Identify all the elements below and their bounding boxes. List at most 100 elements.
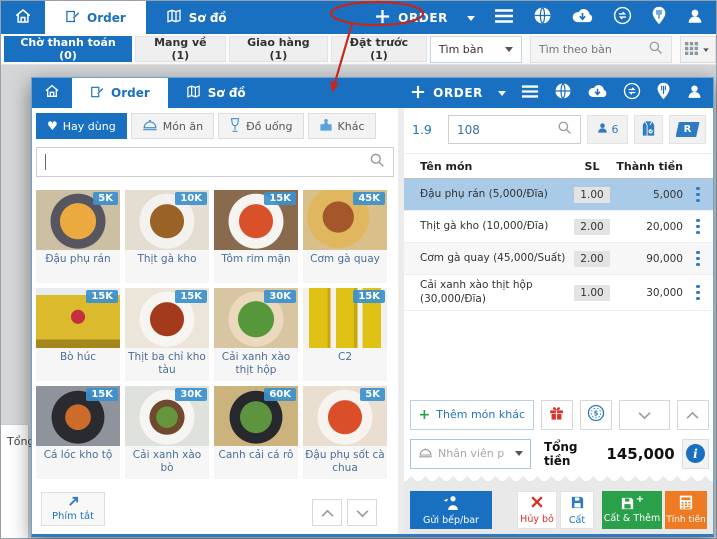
menu-search-input[interactable] xyxy=(48,155,369,169)
home-button[interactable] xyxy=(1,1,45,34)
order-code-input[interactable] xyxy=(457,122,537,137)
takeaway-button[interactable] xyxy=(634,115,663,144)
find-table-dropdown[interactable]: Tìm bàn xyxy=(429,35,522,63)
menu-item-photo: 15K xyxy=(36,386,120,446)
home-button[interactable] xyxy=(32,78,72,108)
save-and-add-button[interactable]: + Cất & Thêm xyxy=(602,491,662,529)
globe-icon[interactable] xyxy=(554,82,572,104)
menu-item[interactable]: 60K Canh cải cá rô xyxy=(214,386,298,479)
search-icon[interactable] xyxy=(369,152,385,172)
grid-view-button[interactable] xyxy=(679,35,716,63)
cancel-button[interactable]: Hủy bỏ xyxy=(517,491,557,529)
user-icon[interactable] xyxy=(686,7,704,29)
price-badge: 15K xyxy=(353,290,385,303)
text-caret xyxy=(45,154,46,170)
order-code-box[interactable] xyxy=(448,115,581,144)
order-item-qty[interactable]: 2.00 xyxy=(571,250,613,267)
order-item-qty[interactable]: 2.00 xyxy=(571,218,613,235)
row-menu-button[interactable] xyxy=(690,247,706,271)
menu-item[interactable]: 45K Cơm gà quay xyxy=(303,190,387,283)
filter-tab[interactable]: Đặt trước (1) xyxy=(331,36,427,62)
new-order-button[interactable]: ORDER xyxy=(411,85,483,102)
menu-item-photo: 60K xyxy=(214,386,298,446)
order-row[interactable]: Đậu phụ rán (5,000/Đĩa) 1.00 5,000 xyxy=(404,179,713,211)
new-order-label: ORDER xyxy=(398,10,448,25)
menu-search-box[interactable] xyxy=(36,147,394,177)
total-info-button[interactable]: i xyxy=(681,438,709,469)
scroll-down-button[interactable] xyxy=(347,499,377,526)
send-kitchen-button[interactable]: Gửi bếp/bar xyxy=(410,491,492,529)
menu-item-name: Bò húc xyxy=(36,348,120,381)
send-kitchen-label: Gửi bếp/bar xyxy=(423,514,479,526)
reservation-button[interactable]: R xyxy=(669,115,706,144)
order-row[interactable]: Cải xanh xào thịt hộp (30,000/Đĩa) 1.00 … xyxy=(404,275,713,312)
filter-tab[interactable]: Chờ thanh toán (0) xyxy=(4,36,133,62)
home-icon xyxy=(14,7,32,29)
menu-item[interactable]: 30K Cải xanh xào thịt hộp xyxy=(214,288,298,381)
qty-value: 2.00 xyxy=(574,250,610,267)
sync-icon[interactable] xyxy=(623,82,641,104)
filter-tab[interactable]: Giao hàng (1) xyxy=(228,36,329,62)
row-menu-button[interactable] xyxy=(690,215,706,239)
move-up-button[interactable] xyxy=(676,399,709,430)
menu-icon[interactable] xyxy=(521,84,539,103)
add-item-button[interactable]: + Thêm món khác xyxy=(410,399,534,430)
plus-icon xyxy=(411,85,425,102)
user-icon[interactable] xyxy=(686,83,703,104)
menu-icon[interactable] xyxy=(494,8,514,28)
category-drinks[interactable]: Đồ uống xyxy=(218,113,304,139)
order-item-qty[interactable]: 1.00 xyxy=(571,186,613,203)
search-icon[interactable] xyxy=(557,120,572,139)
menu-item[interactable]: 15K Tôm rim mặn xyxy=(214,190,298,283)
table-search-box[interactable] xyxy=(529,35,672,63)
cloud-download-icon[interactable] xyxy=(587,83,608,103)
menu-item-name: Thịt ba chỉ kho tàu xyxy=(125,348,209,381)
tab-floor-map[interactable]: Sơ đồ xyxy=(168,78,264,108)
coin-button[interactable]: $ xyxy=(579,399,613,430)
move-down-button[interactable] xyxy=(619,399,670,430)
checkout-button[interactable]: Tính tiền xyxy=(665,491,707,529)
gift-button[interactable] xyxy=(540,399,573,430)
menu-item[interactable]: 15K C2 xyxy=(303,288,387,381)
globe-icon[interactable] xyxy=(533,6,552,29)
order-item-qty[interactable]: 1.00 xyxy=(571,284,613,301)
order-row[interactable]: Thịt gà kho (10,000/Đĩa) 2.00 20,000 xyxy=(404,211,713,243)
checkout-label: Tính tiền xyxy=(666,515,706,525)
tab-order[interactable]: Order xyxy=(45,1,146,34)
sync-icon[interactable] xyxy=(613,6,632,29)
category-favorites[interactable]: ♥ Hay dùng xyxy=(36,113,127,139)
location-pin-icon[interactable] xyxy=(651,6,667,29)
new-order-dropdown-caret[interactable] xyxy=(467,15,475,25)
staff-dropdown[interactable]: Nhân viên p xyxy=(410,438,531,469)
menu-item[interactable]: 5K Đậu phụ rán xyxy=(36,190,120,283)
order-row[interactable]: Cơm gà quay (45,000/Suất) 2.00 90,000 xyxy=(404,243,713,275)
order-header-row: 1.9 6 R xyxy=(412,115,709,144)
category-food[interactable]: Món ăn xyxy=(130,113,215,139)
menu-item-photo: 15K xyxy=(303,288,387,348)
menu-item-name: Đậu phụ rán xyxy=(36,250,120,283)
save-button[interactable]: Cất xyxy=(560,491,594,529)
menu-item[interactable]: 15K Cá lóc kho tộ xyxy=(36,386,120,479)
shortcut-button[interactable]: Phím tắt xyxy=(41,492,105,526)
tab-floor-map[interactable]: Sơ đồ xyxy=(146,1,247,34)
row-menu-button[interactable] xyxy=(690,183,706,207)
menu-item[interactable]: 30K Cải xanh xào bò xyxy=(125,386,209,479)
table-search-input[interactable] xyxy=(538,42,648,56)
send-kitchen-icon xyxy=(442,495,461,513)
cloud-download-icon[interactable] xyxy=(571,7,594,28)
menu-item[interactable]: 15K Bò húc xyxy=(36,288,120,381)
row-menu-button[interactable] xyxy=(690,281,706,305)
location-pin-icon[interactable] xyxy=(656,82,671,104)
search-icon[interactable] xyxy=(648,40,663,59)
tab-order[interactable]: Order xyxy=(72,78,168,108)
guest-count-button[interactable]: 6 xyxy=(587,115,628,144)
category-other[interactable]: Khác xyxy=(307,113,376,139)
scroll-up-button[interactable] xyxy=(312,499,342,526)
menu-item[interactable]: 15K Thịt ba chỉ kho tàu xyxy=(125,288,209,381)
filter-tab[interactable]: Mang về (1) xyxy=(135,36,226,62)
menu-item[interactable]: 5K Đậu phụ sốt cà chua xyxy=(303,386,387,479)
new-order-dropdown-caret[interactable] xyxy=(498,91,506,100)
home-icon xyxy=(44,83,60,103)
menu-item[interactable]: 10K Thịt gà kho xyxy=(125,190,209,283)
new-order-button[interactable]: ORDER xyxy=(375,9,448,27)
